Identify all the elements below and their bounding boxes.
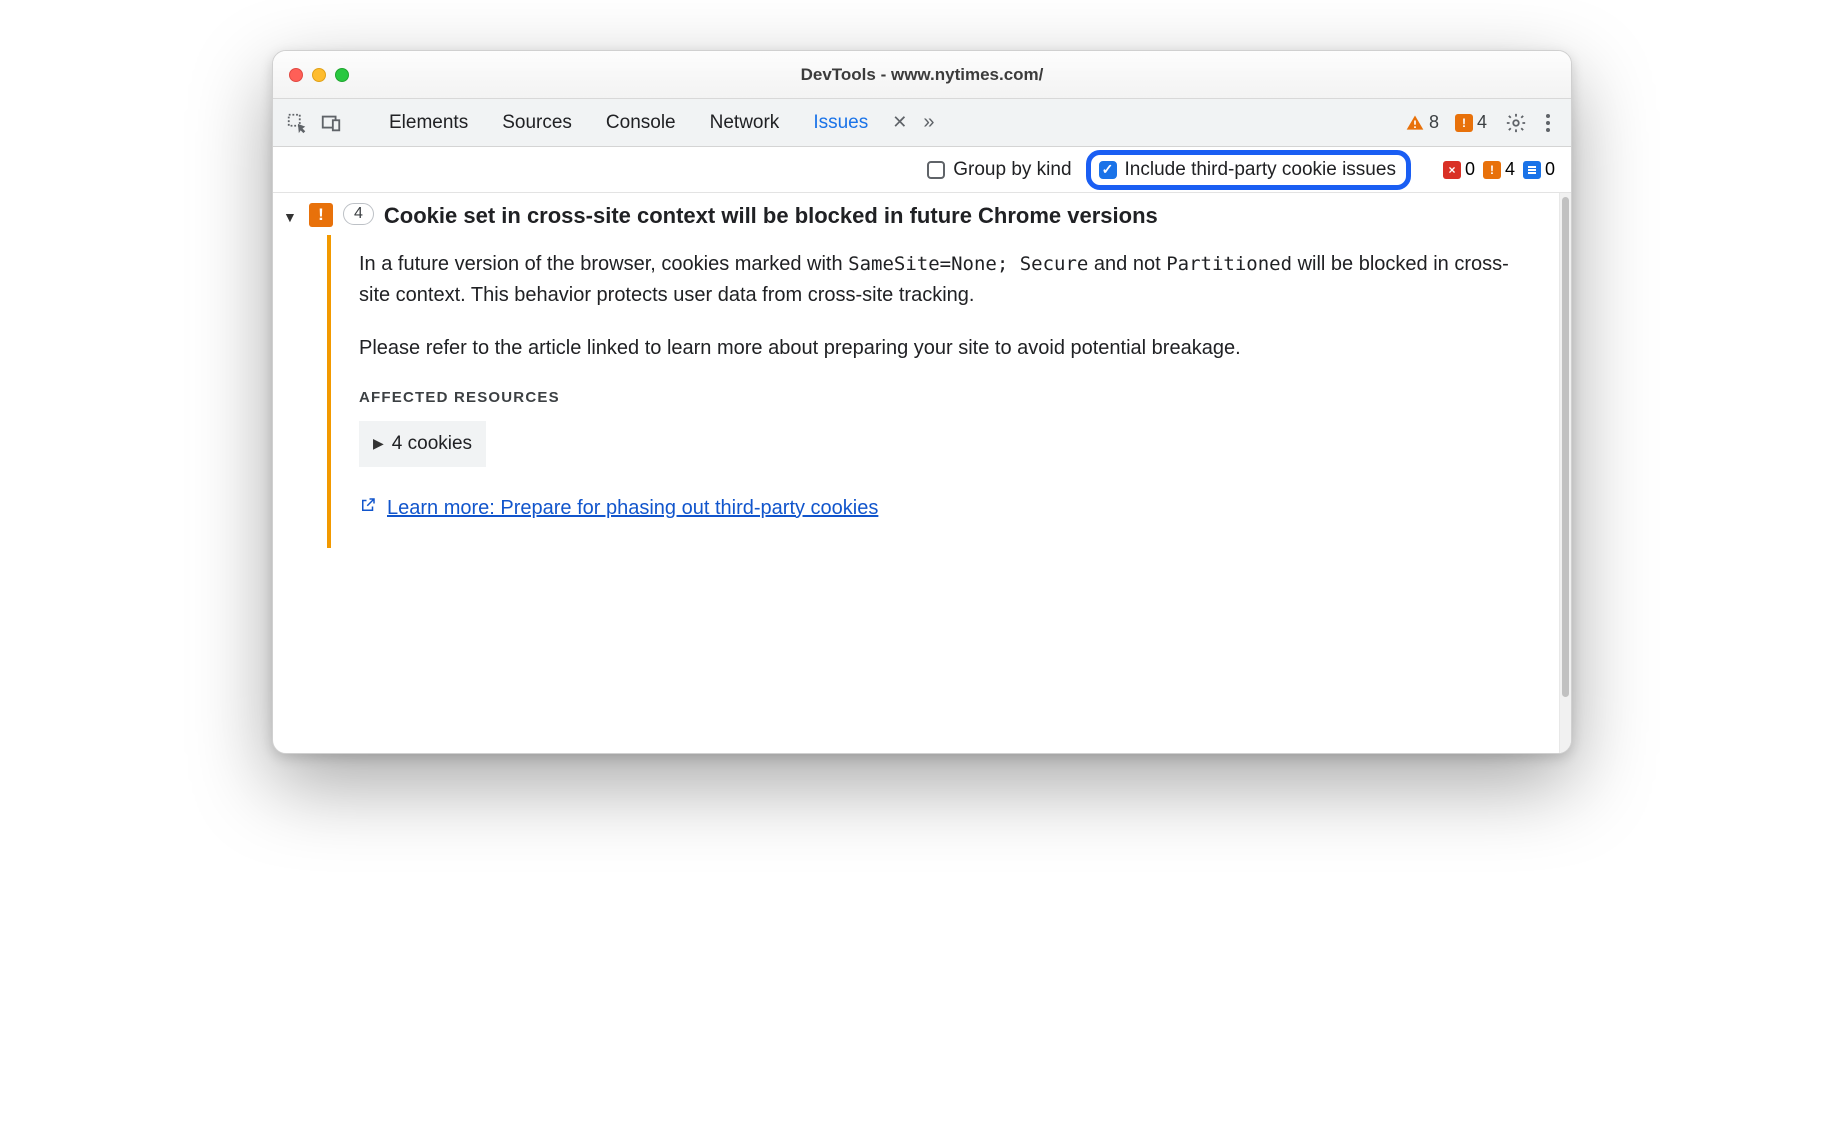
zoom-window-button[interactable] (335, 68, 349, 82)
tabbar: Elements Sources Console Network Issues … (273, 99, 1571, 147)
issue-counts-cluster: × 0 ! 4 0 (1443, 159, 1555, 180)
learn-more-text: Learn more: Prepare for phasing out thir… (387, 493, 878, 524)
issue-paragraph-1: In a future version of the browser, cook… (359, 249, 1527, 311)
scrollbar-thumb[interactable] (1562, 197, 1569, 697)
error-count[interactable]: ! 4 (1455, 112, 1497, 133)
issue-count-pill: 4 (343, 203, 374, 225)
error-count-text: 4 (1477, 112, 1487, 133)
issues-toolbar: Group by kind Include third-party cookie… (273, 147, 1571, 193)
external-link-icon (359, 493, 377, 524)
devtools-window: DevTools - www.nytimes.com/ Elements Sou… (272, 50, 1572, 754)
issue-paragraph-2: Please refer to the article linked to le… (359, 333, 1527, 364)
issue-body: In a future version of the browser, cook… (327, 235, 1557, 548)
more-options-icon[interactable] (1535, 113, 1561, 133)
close-tab-icon[interactable]: ✕ (888, 112, 911, 133)
warning-count[interactable]: 8 (1405, 112, 1449, 133)
inspect-element-icon[interactable] (283, 109, 311, 137)
more-tabs-icon[interactable]: » (917, 111, 940, 134)
breaking-change-count[interactable]: ! 4 (1483, 159, 1515, 180)
traffic-lights (289, 68, 349, 82)
titlebar: DevTools - www.nytimes.com/ (273, 51, 1571, 99)
learn-more-link[interactable]: Learn more: Prepare for phasing out thir… (359, 493, 1527, 524)
tab-network[interactable]: Network (696, 108, 794, 138)
warning-count-text: 8 (1429, 112, 1439, 133)
group-by-kind-label: Group by kind (953, 159, 1071, 181)
tab-sources[interactable]: Sources (488, 108, 586, 138)
issue-header-row[interactable]: ▼ ! 4 Cookie set in cross-site context w… (273, 193, 1557, 235)
code-partitioned: Partitioned (1166, 253, 1292, 275)
improvement-count[interactable]: 0 (1523, 159, 1555, 180)
improvement-count-text: 0 (1545, 159, 1555, 180)
minimize-window-button[interactable] (312, 68, 326, 82)
group-by-kind-checkbox[interactable]: Group by kind (927, 159, 1071, 181)
breaking-change-count-text: 4 (1505, 159, 1515, 180)
include-third-party-checkbox[interactable]: Include third-party cookie issues (1099, 159, 1396, 181)
affected-cookies-toggle[interactable]: ▶ 4 cookies (359, 421, 486, 466)
issue-title: Cookie set in cross-site context will be… (384, 203, 1543, 229)
issue-severity-icon: ! (309, 203, 333, 227)
tab-elements[interactable]: Elements (375, 108, 482, 138)
device-toolbar-icon[interactable] (317, 109, 345, 137)
settings-icon[interactable] (1503, 112, 1529, 134)
tab-console[interactable]: Console (592, 108, 690, 138)
improvement-icon (1523, 161, 1541, 179)
vertical-scrollbar[interactable] (1559, 193, 1571, 753)
disclosure-triangle-icon[interactable]: ▼ (283, 203, 299, 225)
error-square-icon: ! (1455, 114, 1473, 132)
window-title: DevTools - www.nytimes.com/ (273, 65, 1571, 85)
page-error-count[interactable]: × 0 (1443, 159, 1475, 180)
code-samesite: SameSite=None; Secure (848, 253, 1088, 275)
affected-cookies-label: 4 cookies (392, 429, 472, 458)
affected-resources-header: AFFECTED RESOURCES (359, 386, 1527, 409)
include-third-party-label: Include third-party cookie issues (1125, 159, 1396, 181)
tab-issues[interactable]: Issues (799, 108, 882, 138)
issues-content: ▼ ! 4 Cookie set in cross-site context w… (273, 193, 1571, 753)
breaking-change-icon: ! (1483, 161, 1501, 179)
disclosure-right-icon: ▶ (373, 433, 384, 455)
checkbox-checked-icon (1099, 161, 1117, 179)
close-window-button[interactable] (289, 68, 303, 82)
checkbox-unchecked-icon (927, 161, 945, 179)
page-error-icon: × (1443, 161, 1461, 179)
page-error-count-text: 0 (1465, 159, 1475, 180)
highlight-ring: Include third-party cookie issues (1086, 150, 1411, 190)
warning-triangle-icon (1405, 113, 1425, 133)
